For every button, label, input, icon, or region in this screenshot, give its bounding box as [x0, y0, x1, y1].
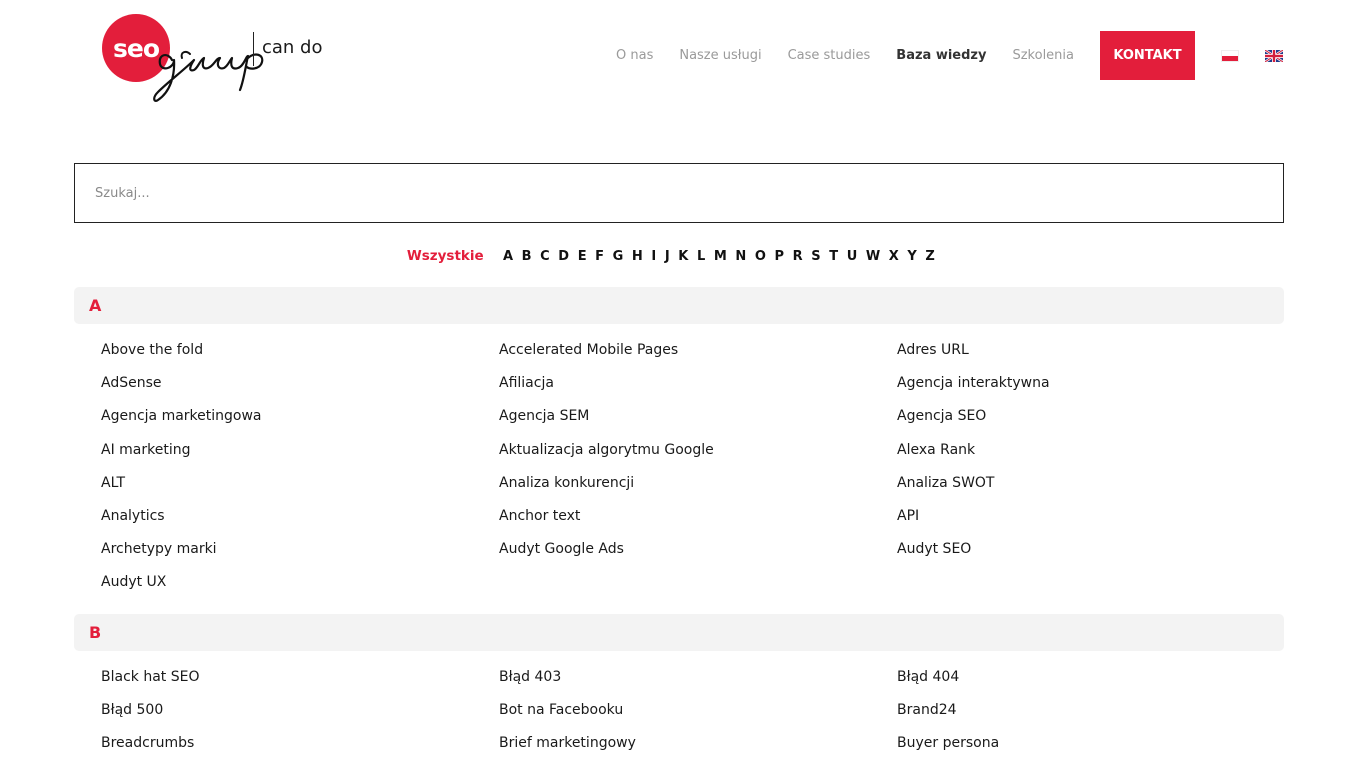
site-header: seo can do O nas Nasze usługi Case studi… [0, 0, 1351, 130]
logo[interactable]: seo can do [102, 14, 332, 104]
term-link[interactable]: Buyer persona [897, 733, 1295, 766]
term-link[interactable]: Agencja interaktywna [897, 373, 1295, 406]
alphabet-letter[interactable]: F [595, 249, 604, 264]
nav-item-nasze-uslugi[interactable]: Nasze usługi [679, 48, 761, 63]
logo-tagline: can do [262, 37, 323, 58]
section-header-b: B [74, 614, 1284, 651]
term-link[interactable]: Afiliacja [499, 373, 897, 406]
alphabet-letter[interactable]: H [632, 249, 643, 264]
term-link[interactable]: AI marketing [101, 440, 499, 473]
term-link[interactable]: API [897, 506, 1295, 539]
term-link[interactable]: Agencja SEO [897, 406, 1295, 439]
nav-item-baza-wiedzy[interactable]: Baza wiedzy [896, 48, 986, 63]
term-link[interactable]: Adres URL [897, 340, 1295, 373]
term-link[interactable]: Błąd 404 [897, 667, 1295, 700]
alphabet-letter[interactable]: X [889, 249, 899, 264]
term-link[interactable]: Błąd 500 [101, 700, 499, 733]
nav-item-szkolenia[interactable]: Szkolenia [1012, 48, 1074, 63]
term-link[interactable]: Agencja marketingowa [101, 406, 499, 439]
alphabet-letter[interactable]: R [793, 249, 803, 264]
alphabet-letter[interactable]: N [735, 249, 746, 264]
term-link[interactable]: AdSense [101, 373, 499, 406]
alphabet-filter: Wszystkie A B C D E F G H I J K L M N O … [0, 248, 1351, 264]
alphabet-letter[interactable]: Z [925, 249, 934, 264]
alphabet-letter[interactable]: O [755, 249, 766, 264]
alphabet-letter[interactable]: A [503, 249, 513, 264]
term-link[interactable]: Anchor text [499, 506, 897, 539]
term-link[interactable]: Black hat SEO [101, 667, 499, 700]
nav-item-o-nas[interactable]: O nas [616, 48, 653, 63]
flag-en-icon[interactable] [1265, 49, 1283, 62]
alphabet-letter[interactable]: M [714, 249, 727, 264]
alphabet-letter[interactable]: D [558, 249, 569, 264]
alphabet-letter[interactable]: E [578, 249, 587, 264]
term-link[interactable]: Aktualizacja algorytmu Google [499, 440, 897, 473]
alphabet-all[interactable]: Wszystkie [407, 248, 484, 264]
term-list-b: Black hat SEO Błąd 403 Błąd 404 Błąd 500… [101, 667, 1301, 767]
alphabet-letter[interactable]: I [651, 249, 656, 264]
alphabet-letter[interactable]: W [866, 249, 880, 264]
section-header-a: A [74, 287, 1284, 324]
section-letter: B [89, 623, 102, 642]
term-list-a: Above the fold Accelerated Mobile Pages … [101, 340, 1301, 606]
alphabet-letter[interactable]: U [847, 249, 858, 264]
alphabet-letter[interactable]: B [522, 249, 532, 264]
term-link[interactable]: Archetypy marki [101, 539, 499, 572]
alphabet-letter[interactable]: P [775, 249, 785, 264]
search-input[interactable] [75, 164, 1283, 222]
contact-button[interactable]: KONTAKT [1100, 31, 1195, 80]
alphabet-letter[interactable]: L [697, 249, 705, 264]
term-link[interactable]: Brief marketingowy [499, 733, 897, 766]
alphabet-letter[interactable]: S [811, 249, 820, 264]
alphabet-letter[interactable]: K [678, 249, 688, 264]
term-link[interactable]: Above the fold [101, 340, 499, 373]
term-link[interactable]: Accelerated Mobile Pages [499, 340, 897, 373]
main-nav: O nas Nasze usługi Case studies Baza wie… [590, 31, 1283, 80]
alphabet-letter[interactable]: Y [907, 249, 916, 264]
term-link[interactable]: Breadcrumbs [101, 733, 499, 766]
logo-divider [253, 32, 254, 66]
term-link[interactable]: Analytics [101, 506, 499, 539]
term-link[interactable]: Audyt SEO [897, 539, 1295, 572]
term-link[interactable]: Alexa Rank [897, 440, 1295, 473]
term-link[interactable]: Bot na Facebooku [499, 700, 897, 733]
nav-item-case-studies[interactable]: Case studies [788, 48, 871, 63]
term-link[interactable]: Audyt Google Ads [499, 539, 897, 572]
term-link[interactable]: ALT [101, 473, 499, 506]
section-letter: A [89, 296, 102, 315]
alphabet-letter[interactable]: J [665, 249, 670, 264]
alphabet-letter[interactable]: G [613, 249, 624, 264]
flag-pl-icon[interactable] [1221, 49, 1239, 62]
term-link[interactable]: Analiza SWOT [897, 473, 1295, 506]
search-box [74, 163, 1284, 223]
alphabet-letter[interactable]: T [829, 249, 838, 264]
term-link[interactable]: Agencja SEM [499, 406, 897, 439]
term-link[interactable]: Analiza konkurencji [499, 473, 897, 506]
term-link[interactable]: Błąd 403 [499, 667, 897, 700]
term-link[interactable]: Brand24 [897, 700, 1295, 733]
term-link[interactable]: Audyt UX [101, 572, 499, 605]
alphabet-letter[interactable]: C [540, 249, 550, 264]
